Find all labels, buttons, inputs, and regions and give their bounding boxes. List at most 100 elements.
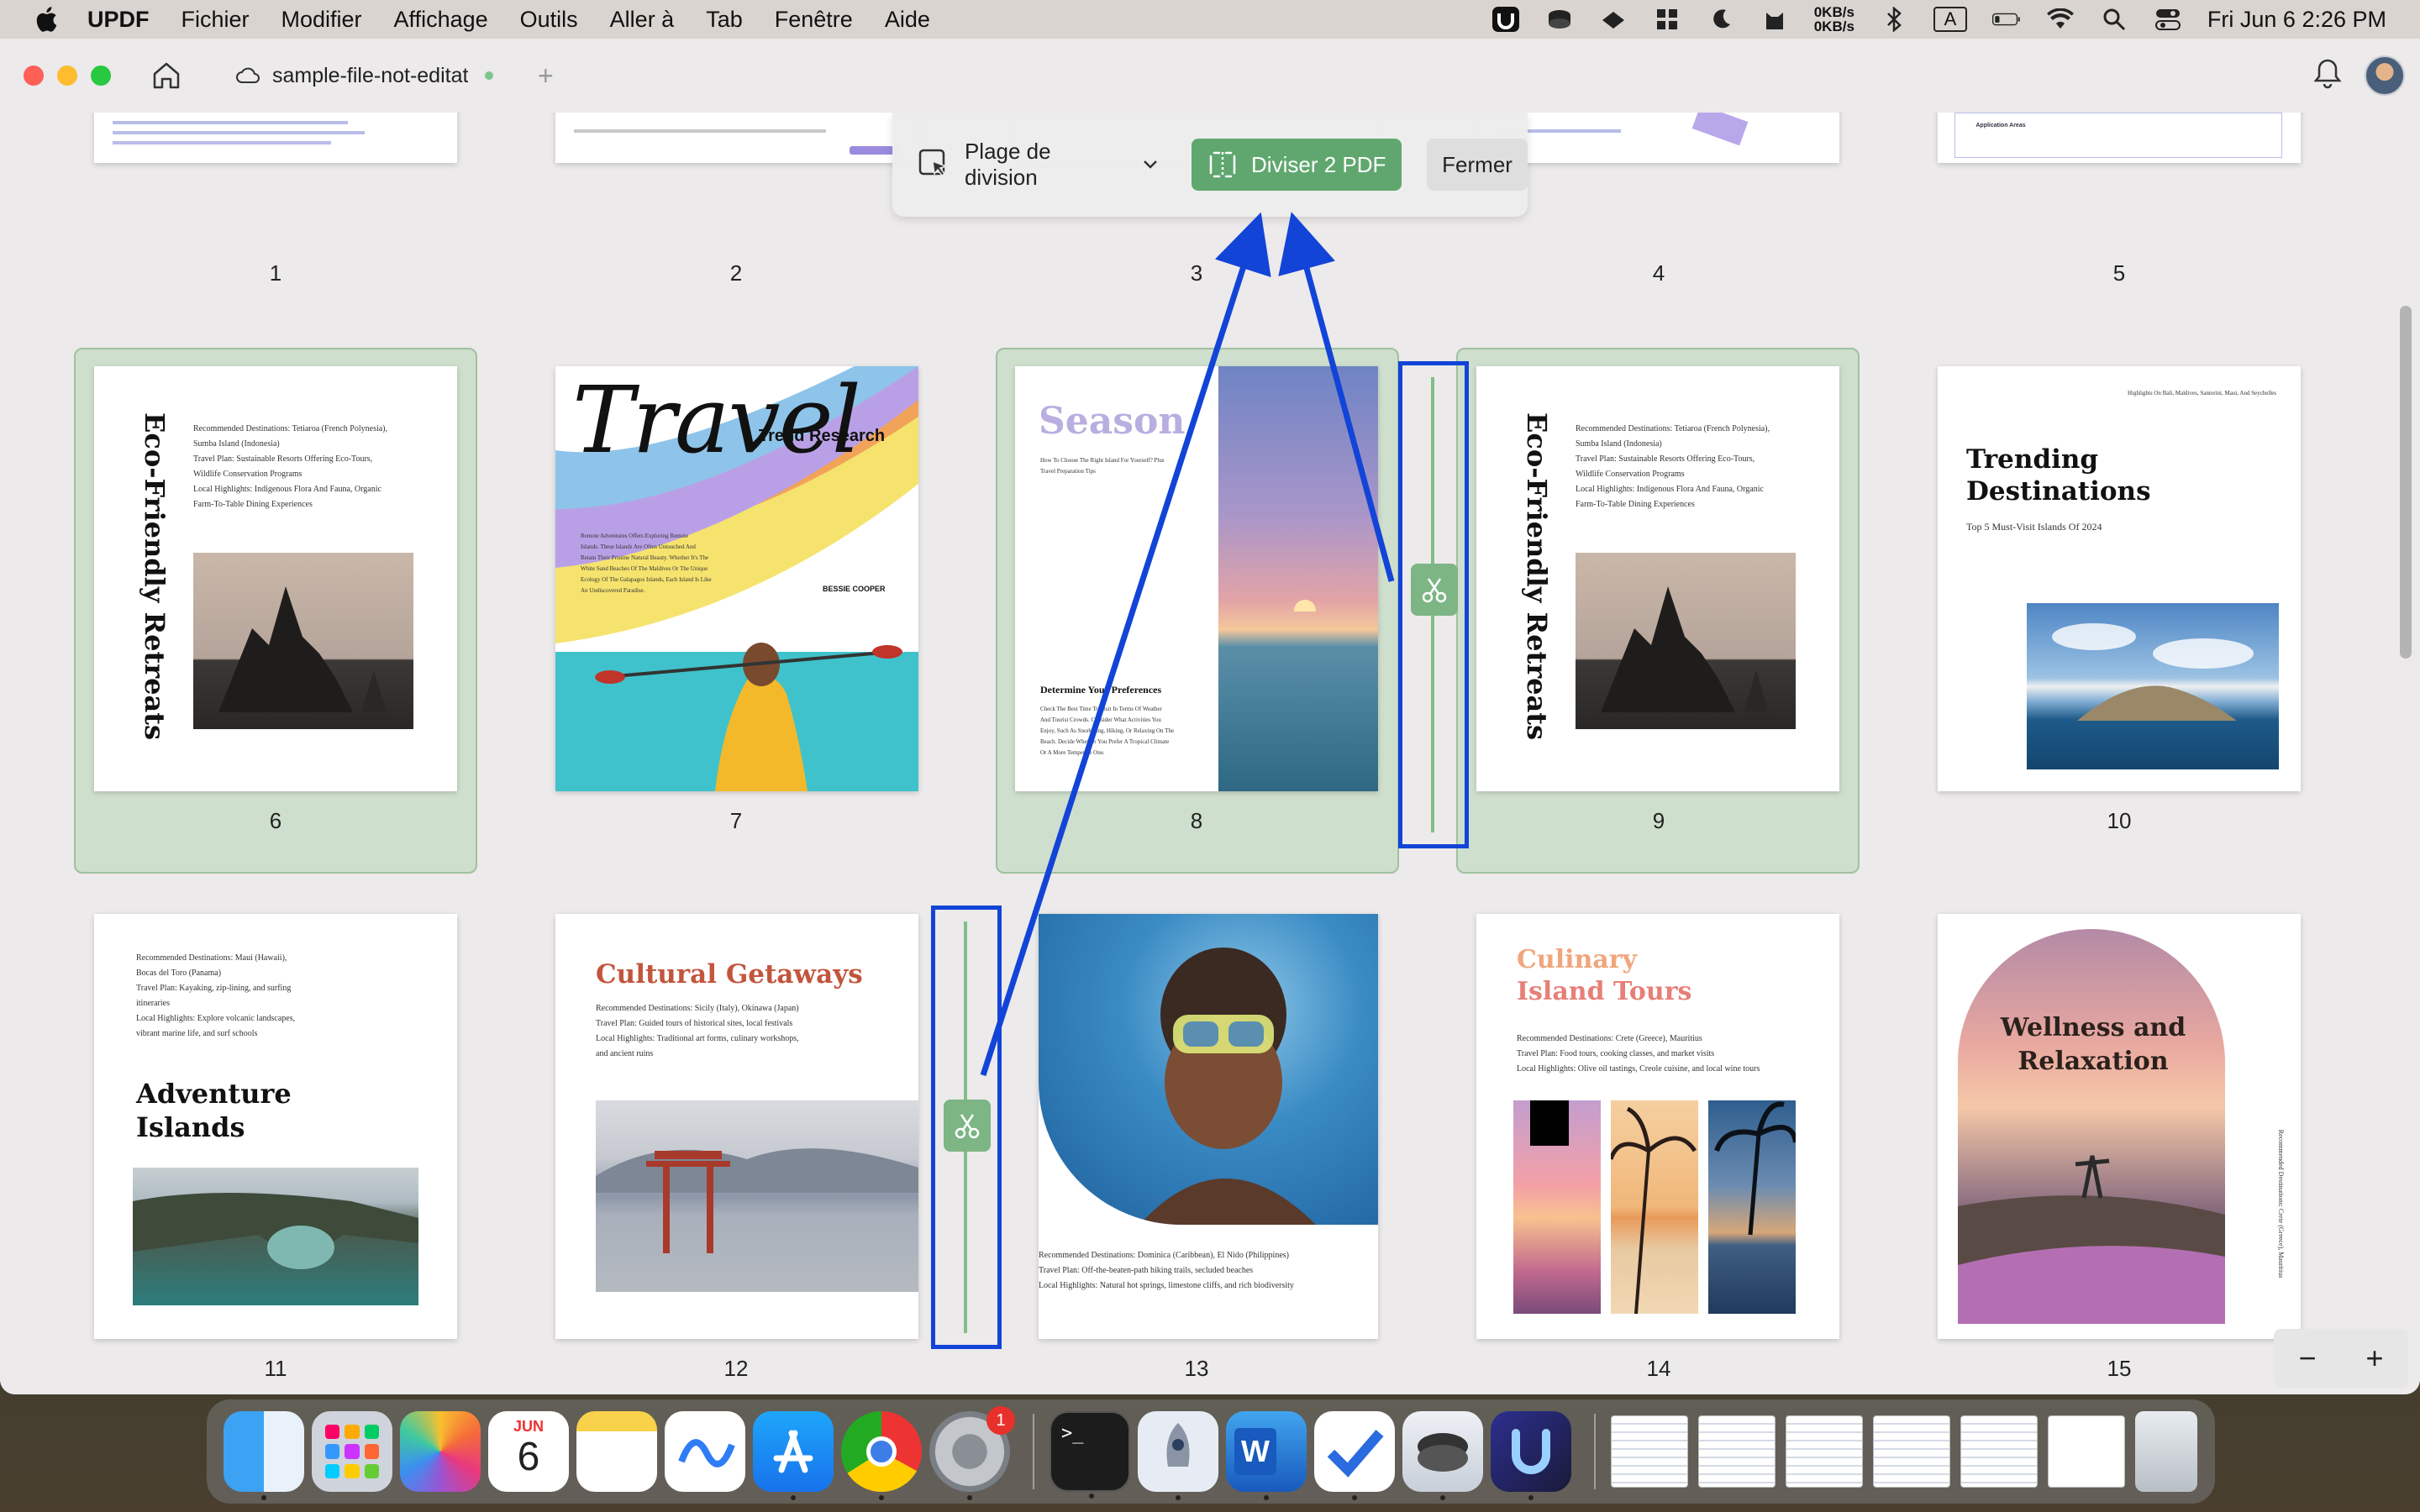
terminal-icon[interactable]: >_ — [1050, 1411, 1130, 1499]
split-pdf-button[interactable]: Diviser 2 PDF — [1192, 139, 1402, 191]
control-center-icon[interactable] — [2154, 7, 2182, 32]
system-settings-icon[interactable]: 1 — [929, 1406, 1015, 1500]
page-thumbnail-10[interactable]: Highlights On Bali, Maldives, Santorini,… — [1938, 366, 2301, 791]
check-app-icon[interactable] — [1314, 1411, 1395, 1500]
app-store-icon[interactable] — [753, 1411, 834, 1500]
page-thumbnail-7[interactable]: Travel Trend Research Remote Adventures … — [555, 366, 918, 791]
close-window-button[interactable] — [24, 66, 44, 86]
page-9-line: Travel Plan: Sustainable Resorts Offerin… — [1576, 454, 1755, 464]
scissors-button-8-9[interactable] — [1411, 564, 1458, 616]
launchpad-icon[interactable] — [312, 1411, 392, 1492]
page-7-line: White Sand Beaches Of The Maldives Or Th… — [581, 565, 708, 572]
page-7-author: BESSIE COOPER — [823, 585, 886, 593]
apple-icon[interactable] — [34, 5, 59, 34]
page-8-line: Enjoy, Such As Snorkeling, Hiking, Or Re… — [1040, 727, 1175, 734]
minimized-window-1[interactable] — [1611, 1415, 1688, 1488]
minimized-window-6[interactable] — [2048, 1415, 2125, 1488]
disk-utility-icon[interactable] — [1402, 1411, 1483, 1500]
page-thumbnail-14[interactable]: Culinary Island Tours Recommended Destin… — [1476, 914, 1839, 1339]
word-icon[interactable]: W — [1226, 1411, 1307, 1500]
menu-outils[interactable]: Outils — [520, 7, 578, 33]
menu-app-name[interactable]: UPDF — [87, 7, 150, 33]
cloud-icon — [236, 67, 260, 83]
page-thumbnail-9[interactable]: Eco-Friendly Retreats Recommended Destin… — [1476, 366, 1839, 791]
page-9-line: Recommended Destinations: Tetiaroa (Fren… — [1576, 424, 1770, 433]
finder-icon[interactable] — [224, 1411, 304, 1500]
calendar-month: JUN — [513, 1418, 544, 1435]
vertical-scrollbar[interactable] — [2400, 306, 2412, 659]
minimized-window-4[interactable] — [1873, 1415, 1950, 1488]
menu-aide[interactable]: Aide — [885, 7, 930, 33]
trash-icon[interactable] — [2135, 1411, 2197, 1492]
bluetooth-icon[interactable] — [1880, 7, 1908, 32]
updf-dock-icon[interactable] — [1491, 1411, 1571, 1500]
notes-icon[interactable] — [576, 1411, 657, 1492]
page-thumbnail-15[interactable]: Wellness and Relaxation Recommended Dest… — [1938, 914, 2301, 1339]
menu-modifier[interactable]: Modifier — [281, 7, 362, 33]
grid-app-icon[interactable] — [1653, 7, 1681, 32]
home-button[interactable] — [148, 57, 185, 94]
minimize-window-button[interactable] — [57, 66, 77, 86]
split-pdf-label: Diviser 2 PDF — [1251, 151, 1386, 177]
freeform-icon[interactable] — [665, 1411, 745, 1492]
bell-icon[interactable] — [2309, 55, 2346, 92]
rocket-icon[interactable] — [1138, 1411, 1218, 1500]
scissors-button-12-13[interactable] — [944, 1100, 991, 1152]
battery-icon[interactable] — [1991, 7, 2021, 32]
page-5-snippet: Application Areas — [1975, 123, 2026, 129]
wifi-icon[interactable] — [2046, 7, 2075, 32]
moon-icon[interactable] — [1707, 7, 1735, 32]
chrome-icon[interactable] — [841, 1411, 922, 1500]
page-number-6: 6 — [269, 808, 282, 833]
dock: JUN 6 1 >_ W — [207, 1399, 2215, 1504]
close-split-button[interactable]: Fermer — [1427, 139, 1528, 191]
updf-status-icon[interactable] — [1491, 7, 1520, 32]
split-divider-12-13[interactable] — [931, 906, 1002, 1349]
page-6-title: Eco-Friendly Retreats — [139, 412, 171, 741]
page-11-text: Recommended Destinations: Maui (Hawaii),… — [136, 951, 405, 1042]
dock-separator — [1033, 1414, 1034, 1489]
input-source-icon[interactable]: A — [1933, 7, 1967, 32]
page-thumbnail-8[interactable]: Season How To Choose The Right Island Fo… — [1015, 366, 1378, 791]
menu-affichage[interactable]: Affichage — [394, 7, 488, 33]
split-divider-8-9[interactable] — [1398, 361, 1469, 848]
page-number-8: 8 — [1190, 808, 1203, 833]
calendar-icon[interactable]: JUN 6 — [488, 1411, 569, 1492]
zoom-out-button[interactable]: − — [2298, 1341, 2316, 1376]
document-tab[interactable]: sample-file-not-editat — [235, 64, 504, 88]
page-thumbnail-1[interactable] — [94, 113, 457, 163]
net-up: 0KB/s — [1813, 4, 1854, 20]
menu-tab[interactable]: Tab — [706, 7, 743, 33]
minimized-window-2[interactable] — [1698, 1415, 1776, 1488]
vpn-icon[interactable] — [1599, 7, 1628, 32]
page-thumbnail-4[interactable] — [1476, 113, 1839, 163]
page-11-line: Bocas del Toro (Panama) — [136, 969, 222, 978]
page-11-line: itineraries — [136, 999, 170, 1008]
user-avatar[interactable] — [2365, 55, 2405, 96]
page-thumbnail-12[interactable]: Cultural Getaways Recommended Destinatio… — [555, 914, 918, 1339]
zoom-window-button[interactable] — [91, 66, 111, 86]
disk-icon[interactable] — [1545, 7, 1574, 32]
search-icon[interactable] — [2100, 7, 2128, 32]
page-thumbnail-6[interactable]: Eco-Friendly Retreats Recommended Destin… — [94, 366, 457, 791]
cat-icon[interactable] — [1760, 7, 1789, 32]
page-thumbnail-2[interactable] — [555, 113, 918, 163]
menubar-clock[interactable]: Fri Jun 6 2:26 PM — [2207, 7, 2386, 33]
page-11-line: vibrant marine life, and surf schools — [136, 1029, 258, 1038]
minimized-window-5[interactable] — [1960, 1415, 2038, 1488]
page-9-photo — [1576, 553, 1796, 729]
menu-fenetre[interactable]: Fenêtre — [775, 7, 853, 33]
new-tab-button[interactable]: + — [538, 60, 554, 92]
photos-icon[interactable] — [400, 1411, 481, 1492]
page-thumbnail-13[interactable]: Recommended Destinations: Dominica (Cari… — [1039, 914, 1378, 1339]
page-thumbnail-5[interactable]: Application Areas — [1938, 113, 2301, 163]
page-14-line: Local Highlights: Olive oil tastings, Cr… — [1517, 1064, 1760, 1074]
page-thumbnail-11[interactable]: Recommended Destinations: Maui (Hawaii),… — [94, 914, 457, 1339]
menu-fichier[interactable]: Fichier — [182, 7, 250, 33]
split-range-dropdown[interactable]: Plage de division — [918, 139, 1158, 191]
pointer-select-icon — [918, 149, 949, 177]
zoom-in-button[interactable]: + — [2365, 1341, 2383, 1376]
page-grid: 1 2 3 4 Application Areas 5 Plage de div… — [0, 113, 2420, 1394]
menu-aller-a[interactable]: Aller à — [610, 7, 675, 33]
minimized-window-3[interactable] — [1786, 1415, 1863, 1488]
